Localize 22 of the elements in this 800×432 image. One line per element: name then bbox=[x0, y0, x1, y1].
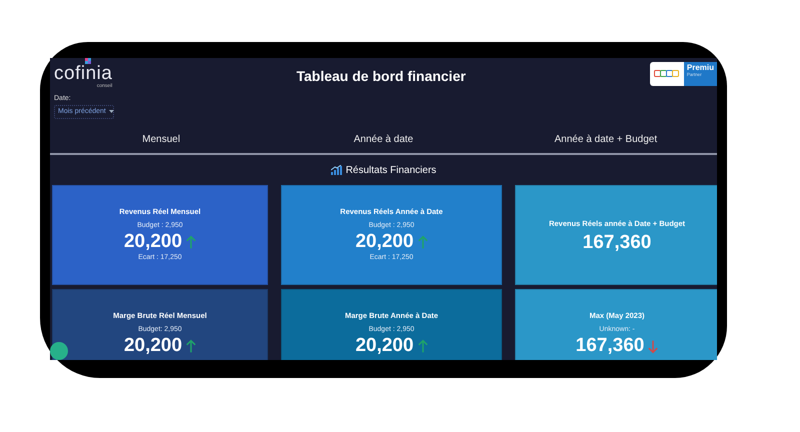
caret-icon bbox=[108, 110, 114, 114]
partner-title: Premiu bbox=[686, 64, 714, 72]
card-value: 167,360 bbox=[582, 233, 652, 254]
card-value: 20,200 bbox=[355, 336, 414, 357]
card-value: 20,200 bbox=[124, 232, 182, 253]
card-value: 20,200 bbox=[124, 336, 182, 357]
section-title: Résultats Financiers bbox=[346, 164, 436, 178]
card-value: 20,200 bbox=[355, 232, 414, 253]
chart-icon bbox=[330, 165, 342, 175]
partner-logo-icon bbox=[654, 70, 680, 78]
up-arrow-icon bbox=[418, 234, 428, 250]
logo-wordmark: cofinia bbox=[54, 64, 112, 83]
tab[interactable]: Année à date bbox=[272, 127, 495, 153]
dashboard-title: Tableau de bord financier bbox=[296, 67, 466, 86]
tab[interactable]: Année à date + Budget bbox=[494, 127, 717, 153]
up-arrow-icon bbox=[186, 234, 196, 250]
tab[interactable]: Mensuel bbox=[50, 127, 272, 153]
card-value: 167,360 bbox=[576, 336, 644, 357]
up-arrow-icon bbox=[186, 338, 196, 354]
down-arrow-icon bbox=[648, 338, 658, 354]
up-arrow-icon bbox=[418, 338, 428, 354]
logo-mark-icon bbox=[85, 58, 91, 64]
